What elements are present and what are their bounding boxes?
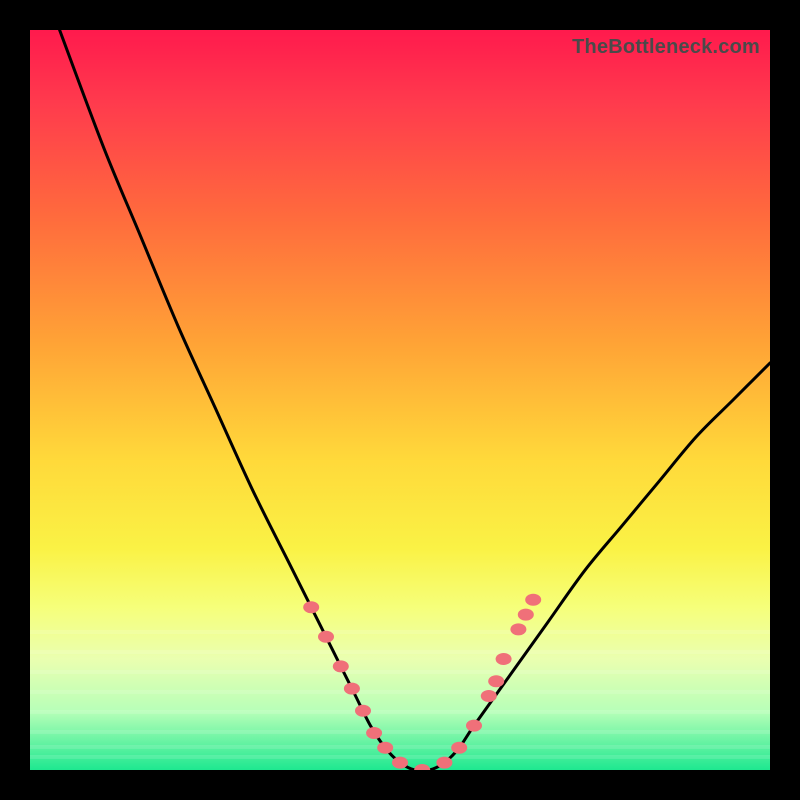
- curve-marker: [355, 705, 371, 717]
- curve-marker: [466, 720, 482, 732]
- plot-area: TheBottleneck.com: [30, 30, 770, 770]
- curve-marker: [451, 742, 467, 754]
- curve-layer: [30, 30, 770, 770]
- curve-marker: [414, 764, 430, 770]
- chart-frame: TheBottleneck.com: [0, 0, 800, 800]
- curve-marker: [496, 653, 512, 665]
- curve-marker: [436, 757, 452, 769]
- attribution-label: TheBottleneck.com: [572, 36, 760, 59]
- curve-marker: [488, 675, 504, 687]
- curve-marker: [518, 609, 534, 621]
- curve-marker: [392, 757, 408, 769]
- curve-marker: [333, 660, 349, 672]
- curve-marker: [377, 742, 393, 754]
- curve-marker: [481, 690, 497, 702]
- curve-marker: [510, 623, 526, 635]
- curve-marker: [303, 601, 319, 613]
- bottleneck-curve: [60, 30, 770, 770]
- curve-marker: [525, 594, 541, 606]
- curve-marker: [366, 727, 382, 739]
- curve-marker: [318, 631, 334, 643]
- curve-marker: [344, 683, 360, 695]
